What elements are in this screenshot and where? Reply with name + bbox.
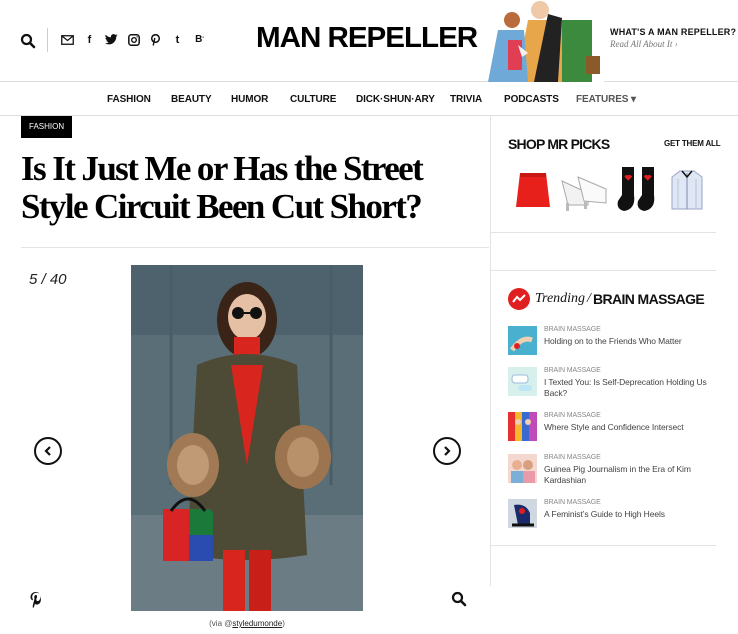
trending-header: Trending / BRAIN MASSAGE [508, 288, 705, 310]
about-subtitle: Read All About It › [610, 39, 678, 49]
nav-item-culture[interactable]: CULTURE [290, 94, 336, 105]
trending-item-category: BRAIN MASSAGE [544, 499, 601, 506]
nav-item-beauty[interactable]: BEAUTY [171, 94, 212, 105]
sidebar-divider [491, 270, 716, 271]
chevron-right-icon [444, 446, 451, 456]
trending-item-title: Holding on to the Friends Who Matter [544, 336, 682, 346]
trending-thumbnail [508, 412, 537, 441]
credit-prefix: (via @ [209, 619, 233, 628]
slide-counter: 5 / 40 [29, 271, 67, 288]
nav-item-dictionary[interactable]: DICK·SHUN·ARY [356, 94, 435, 105]
trending-item-title: Guinea Pig Journalism in the Era of Kim … [544, 464, 691, 485]
trending-thumbnail [508, 454, 537, 483]
trending-item-title: Where Style and Confidence Intersect [544, 422, 684, 432]
chevron-left-icon [44, 446, 51, 456]
trending-icon [508, 288, 530, 310]
nav-item-podcasts[interactable]: PODCASTS [504, 94, 559, 105]
about-link[interactable]: WHAT'S A MAN REPELLER? Read All About It… [610, 27, 736, 49]
shop-items [510, 165, 716, 215]
article-title: Is It Just Me or Has the Street Style Ci… [21, 149, 424, 226]
trending-item-category: BRAIN MASSAGE [544, 454, 601, 461]
image-credit: (via @styledumonde) [131, 619, 363, 628]
facebook-icon[interactable]: f [83, 33, 96, 46]
shop-item-red-skirt[interactable] [514, 165, 552, 215]
zoom-icon[interactable] [451, 591, 467, 607]
header-illustration [488, 0, 604, 82]
credit-suffix: ) [282, 619, 285, 628]
trending-item-category: BRAIN MASSAGE [544, 412, 601, 419]
trending-item-title: A Feminist’s Guide to High Heels [544, 509, 665, 519]
shop-item-white-mules[interactable] [558, 165, 610, 215]
trending-thumbnail [508, 367, 537, 396]
trending-thumbnail [508, 326, 537, 355]
slide-image [131, 265, 363, 611]
main-nav: FASHION BEAUTY HUMOR CULTURE DICK·SHUN·A… [0, 82, 738, 116]
sidebar-divider [491, 232, 716, 233]
instagram-icon[interactable] [127, 33, 140, 46]
tumblr-icon[interactable]: t [171, 33, 184, 46]
nav-item-trivia[interactable]: TRIVIA [450, 94, 482, 105]
sidebar-divider [491, 545, 716, 546]
social-links: f t B ' [61, 33, 206, 46]
shop-item-heart-socks[interactable] [614, 165, 662, 215]
shop-title: SHOP MR PICKS [508, 136, 610, 152]
trending-thumbnail [508, 499, 537, 528]
trending-item-category: BRAIN MASSAGE [544, 367, 601, 374]
nav-item-humor[interactable]: HUMOR [231, 94, 268, 105]
credit-link[interactable]: styledumonde [232, 619, 282, 628]
twitter-icon[interactable] [105, 33, 118, 46]
trending-item-category: BRAIN MASSAGE [544, 326, 601, 333]
search-icon[interactable] [20, 33, 36, 49]
trending-category[interactable]: BRAIN MASSAGE [593, 291, 705, 307]
pinterest-share-icon[interactable] [29, 591, 45, 609]
article-divider [21, 247, 489, 248]
trending-slash: / [587, 291, 591, 306]
trending-item-title: I Texted You: Is Self-Deprecation Holdin… [544, 377, 707, 398]
bloglovin-icon[interactable]: B ' [193, 33, 206, 46]
header-divider [47, 28, 48, 52]
site-logo[interactable]: MAN REPELLER [256, 22, 478, 55]
site-header: f t B ' MAN REPELLER WHAT'S A MAN REPELLE… [0, 0, 738, 82]
sidebar-border [490, 116, 491, 586]
get-them-all-link[interactable]: GET THEM ALL [664, 139, 721, 148]
trending-label: Trending [535, 291, 586, 306]
next-slide-button[interactable] [433, 437, 461, 465]
category-badge[interactable]: FASHION [21, 116, 73, 138]
pinterest-icon[interactable] [149, 33, 162, 46]
prev-slide-button[interactable] [34, 437, 62, 465]
shop-item-striped-shirt[interactable] [668, 165, 706, 215]
nav-item-fashion[interactable]: FASHION [107, 94, 151, 105]
about-title: WHAT'S A MAN REPELLER? [610, 27, 737, 37]
mail-icon[interactable] [61, 33, 74, 46]
nav-item-features[interactable]: FEATURES ▾ [576, 94, 636, 105]
